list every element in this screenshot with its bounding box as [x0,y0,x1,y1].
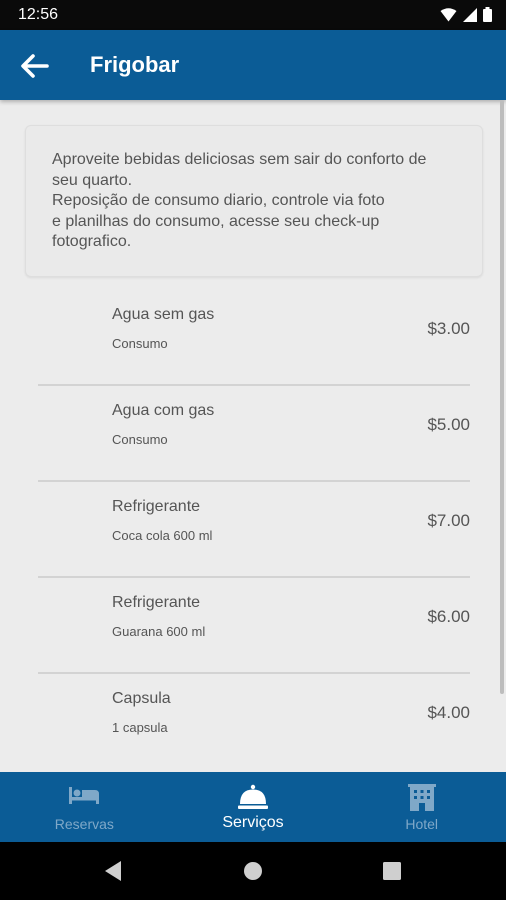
item-name: Refrigerante [112,498,201,515]
status-bar: 12:56 [0,0,506,30]
item-subtitle: Guarana 600 ml [112,624,206,639]
item-name: Agua sem gas [112,306,215,323]
item-price: $3.00 [427,319,470,338]
list-item[interactable]: Capsula 1 capsula $4.00 [38,674,470,770]
item-name: Refrigerante [112,594,201,611]
item-price: $7.00 [427,511,470,530]
service-bell-icon [238,784,268,809]
bed-icon [69,787,100,804]
list-item[interactable]: Agua sem gas Consumo $3.00 [38,290,470,386]
signal-icon [463,7,477,22]
back-button[interactable] [16,48,52,84]
list-item[interactable]: Agua com gas Consumo $5.00 [38,386,470,482]
scrollbar[interactable] [500,100,504,694]
nav-label-servicos: Serviços [222,814,284,831]
nav-label-reservas: Reservas [54,816,114,832]
app-bar: Frigobar [0,30,506,100]
item-subtitle: Consumo [112,432,168,447]
nav-item-servicos[interactable]: Serviços [169,772,338,842]
home-circle-icon[interactable] [243,861,263,881]
description-text: Aproveite bebidas deliciosas sem sair do… [52,151,427,250]
system-navigation-bar [0,842,506,900]
list-item[interactable]: Refrigerante Coca cola 600 ml $7.00 [38,482,470,578]
recents-square-icon[interactable] [383,862,401,880]
wifi-icon [440,7,457,21]
nav-item-reservas[interactable]: Reservas [0,772,169,842]
back-triangle-icon[interactable] [103,860,123,882]
item-name: Agua com gas [112,402,215,419]
item-subtitle: Coca cola 600 ml [112,528,213,543]
item-price: $6.00 [427,607,470,626]
content-area[interactable]: Aproveite bebidas deliciosas sem sair do… [0,100,506,772]
nav-item-hotel[interactable]: Hotel [337,772,506,842]
page-title: Frigobar [90,52,180,77]
status-icons [440,7,492,22]
list-item[interactable]: Refrigerante Guarana 600 ml $6.00 [38,578,470,674]
bottom-navigation: Reservas Serviços Hotel [0,772,506,842]
description-card: Aproveite bebidas deliciosas sem sair do… [25,125,483,277]
item-name: Capsula [112,690,171,707]
item-price: $4.00 [427,703,470,722]
arrow-back-icon [21,54,49,78]
hotel-building-icon [407,784,436,811]
status-time: 12:56 [18,6,59,23]
item-subtitle: Consumo [112,336,168,351]
nav-label-hotel: Hotel [405,816,439,832]
item-price: $5.00 [427,415,470,434]
item-subtitle: 1 capsula [112,720,168,735]
battery-icon [483,7,492,22]
